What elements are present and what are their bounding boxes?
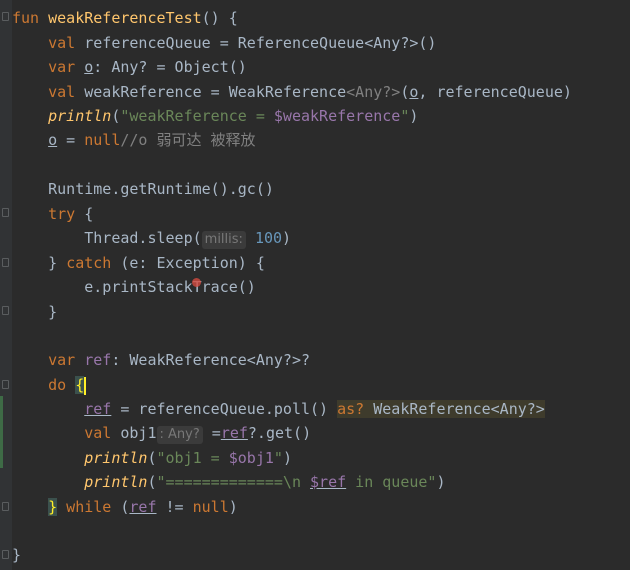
code-line[interactable]: println("obj1 = $obj1") <box>12 446 630 470</box>
code-line[interactable]: var ref: WeakReference<Any?>? <box>12 348 630 372</box>
code-line[interactable]: e.printStackTrace() <box>12 275 630 299</box>
code-line[interactable]: } <box>12 543 630 567</box>
fold-marker-icon[interactable] <box>2 380 9 389</box>
code-line[interactable]: try { <box>12 202 630 226</box>
code-line[interactable]: var o: Any? = Object() <box>12 55 630 79</box>
type-hint: : Any? <box>156 426 203 444</box>
parameter-hint: millis: <box>201 231 246 249</box>
fold-marker-icon[interactable] <box>2 502 9 511</box>
fold-marker-icon[interactable] <box>2 12 9 21</box>
fold-marker-icon[interactable] <box>2 258 9 267</box>
text-caret <box>84 376 87 395</box>
code-line[interactable]: println("weakReference = $weakReference"… <box>12 104 630 128</box>
code-editor[interactable]: fun weakReferenceTest() { val referenceQ… <box>0 0 630 570</box>
fold-marker-icon[interactable] <box>2 550 9 559</box>
code-line[interactable]: do { <box>12 373 630 397</box>
vcs-change-marker <box>0 396 3 468</box>
code-line[interactable]: o = null//o 弱可达 被释放 <box>12 128 630 152</box>
code-line[interactable]: fun weakReferenceTest() { <box>12 6 630 30</box>
fold-marker-icon[interactable] <box>2 208 9 217</box>
code-line[interactable]: } while (ref != null) <box>12 495 630 519</box>
matched-brace: } <box>48 498 58 516</box>
code-line[interactable]: } catch (e: Exception) { <box>12 251 630 275</box>
code-line[interactable]: val weakReference = WeakReference<Any?>(… <box>12 80 630 104</box>
matched-brace: { <box>75 376 85 394</box>
editor-gutter[interactable] <box>0 0 12 570</box>
code-line[interactable]: ref = referenceQueue.poll() as? WeakRefe… <box>12 397 630 421</box>
mouse-pointer-indicator <box>192 278 201 287</box>
fold-marker-icon[interactable] <box>2 306 9 315</box>
code-line[interactable]: val referenceQueue = ReferenceQueue<Any?… <box>12 31 630 55</box>
code-line[interactable]: Thread.sleep(millis: 100) <box>12 226 630 250</box>
code-line[interactable]: } <box>12 300 630 324</box>
code-line[interactable]: val obj1: Any? =ref?.get() <box>12 421 630 445</box>
code-line[interactable]: println("=============\n $ref in queue") <box>12 470 630 494</box>
code-line[interactable]: Runtime.getRuntime().gc() <box>12 177 630 201</box>
